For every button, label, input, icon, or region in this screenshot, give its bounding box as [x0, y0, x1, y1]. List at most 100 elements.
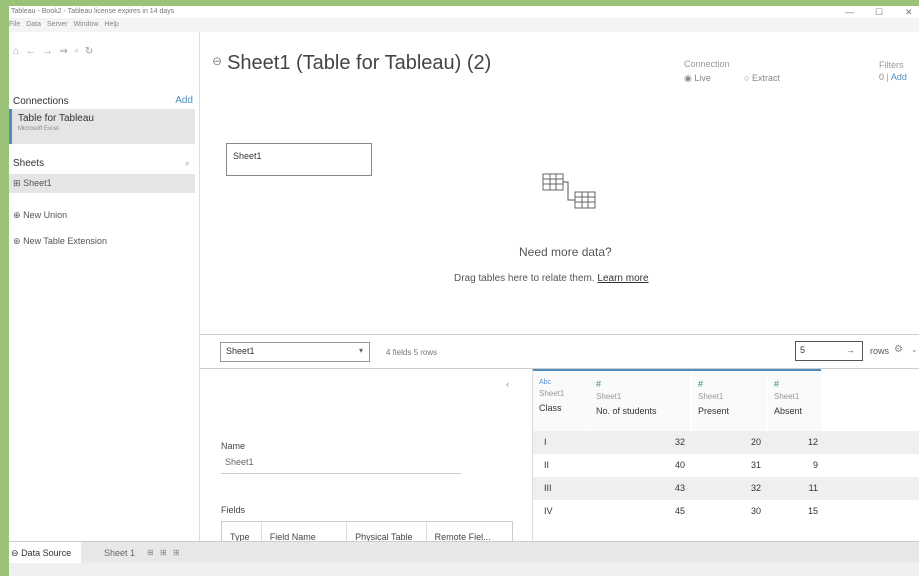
fields-label: Fields [221, 505, 246, 515]
sheet-select-value: Sheet1 [226, 346, 255, 356]
chevron-down-icon: ▾ [358, 346, 363, 355]
canvas-divider [200, 334, 919, 335]
grid-header-students[interactable]: # Sheet1 No. of students [590, 369, 690, 431]
menu-file[interactable]: File [9, 21, 20, 28]
column-source: Sheet1 [774, 392, 800, 401]
learn-more-link[interactable]: Learn more [597, 273, 648, 284]
fields-rows-info: 4 fields 5 rows [386, 348, 438, 357]
cell-class: II [544, 460, 550, 470]
drag-tables-label: Drag tables here to relate them. [454, 273, 595, 284]
cell-present: 20 [750, 437, 761, 447]
chevron-down-icon[interactable]: ⌄ [911, 345, 918, 354]
new-story-icon[interactable]: ⊞ [173, 548, 180, 557]
new-table-extension-item[interactable]: ⊛ New Table Extension [13, 236, 107, 247]
column-source: Sheet1 [539, 389, 565, 398]
canvas-table-name: Sheet1 [233, 151, 262, 161]
new-union-label: New Union [23, 210, 68, 220]
cell-students: 32 [674, 437, 685, 447]
extract-label: Extract [751, 73, 780, 83]
new-dashboard-icon[interactable]: ⊞ [160, 548, 167, 557]
refresh-icon[interactable]: ↻ [85, 46, 95, 57]
cell-absent: 9 [812, 460, 818, 470]
column-name: Class [539, 403, 562, 413]
table-row: III 43 32 11 [533, 477, 919, 500]
column-source: Sheet1 [698, 392, 724, 401]
tableau-window: Tableau - Book2 - Tableau license expire… [9, 6, 919, 576]
data-grid: Abc Sheet1 Class # Sheet1 No. of student… [533, 369, 919, 550]
minimize-button[interactable]: — [845, 6, 854, 18]
main-panel: ⊖ Sheet1 (Table for Tableau) (2) Connecti… [200, 32, 919, 551]
relate-tables-icon [542, 173, 596, 209]
home-icon[interactable]: ⌂ [13, 46, 21, 57]
add-filter-link[interactable]: Add [891, 72, 907, 82]
radio-selected-icon: ◉ [684, 73, 692, 83]
name-label: Name [221, 441, 246, 451]
close-button[interactable]: ✕ [905, 6, 913, 18]
live-radio[interactable]: ◉ Live [684, 73, 711, 84]
drag-tables-text: Drag tables here to relate them. Learn m… [454, 273, 649, 284]
tab-sheet1[interactable]: Sheet 1 [104, 548, 135, 558]
column-source: Sheet1 [596, 392, 622, 401]
table-row: IV 45 30 15 [533, 500, 919, 523]
connection-item[interactable]: Table for Tableau Microsoft Excel [9, 109, 195, 144]
cell-absent: 11 [808, 483, 818, 493]
menu-server[interactable]: Server [47, 21, 68, 28]
collapse-icon[interactable]: ‹ [506, 379, 509, 389]
sheet-list-item[interactable]: ⊞ Sheet1 [9, 174, 195, 193]
maximize-button[interactable]: ☐ [875, 6, 883, 18]
filters-area: Filters 0 | Add [879, 60, 907, 82]
cell-students: 40 [674, 460, 685, 470]
new-union-item[interactable]: ⊕ New Union [13, 210, 67, 221]
menu-help[interactable]: Help [104, 21, 118, 28]
name-field[interactable]: Sheet1 [225, 457, 254, 467]
menu-window[interactable]: Window [74, 21, 99, 28]
cell-students: 43 [674, 483, 685, 493]
forward-icon[interactable]: → [43, 46, 55, 57]
apply-rows-icon[interactable]: → [846, 345, 855, 355]
save-icon[interactable]: ▫ [75, 46, 81, 57]
tab-data-source[interactable]: ⊖ Data Source [9, 542, 82, 564]
grid-header-present[interactable]: # Sheet1 Present [692, 369, 767, 431]
grid-header-accent [533, 369, 821, 371]
rows-label: rows [870, 346, 890, 356]
sheet-select[interactable]: Sheet1 ▾ [220, 342, 370, 362]
datasource-icon: ⊖ [212, 54, 223, 68]
datasource-title[interactable]: ⊖ Sheet1 (Table for Tableau) (2) [212, 52, 491, 75]
grid-header-absent[interactable]: # Sheet1 Absent [768, 369, 821, 431]
back-icon[interactable]: ← [26, 46, 38, 57]
left-panel: ⌂ ← → ⇒ ▫ ↻ Connections Add Table for Ta… [9, 32, 200, 550]
name-underline [221, 473, 461, 474]
gear-icon[interactable]: ⚙ [894, 344, 903, 355]
status-bar [9, 563, 919, 576]
separator-icon: ⇒ [59, 46, 70, 57]
cell-present: 31 [750, 460, 761, 470]
union-icon: ⊕ [13, 210, 21, 220]
column-name: Present [698, 406, 730, 416]
need-more-data-text: Need more data? [519, 245, 612, 259]
cell-absent: 15 [807, 506, 818, 516]
column-name: Absent [774, 406, 803, 416]
table-row: I 32 20 12 [533, 431, 919, 454]
menu-data[interactable]: Data [26, 21, 41, 28]
search-sheets-icon[interactable]: ⌕ [185, 159, 189, 169]
add-connection-link[interactable]: Add [175, 95, 193, 106]
radio-empty-icon: ○ [744, 73, 750, 83]
table-icon: ⊞ [13, 178, 21, 188]
live-label: Live [694, 73, 711, 83]
title-bar: Tableau - Book2 - Tableau license expire… [9, 6, 919, 18]
cell-class: III [544, 483, 552, 493]
extract-radio[interactable]: ○ Extract [744, 73, 780, 83]
new-worksheet-icon[interactable]: ⊞ [147, 548, 154, 557]
number-type-icon: # [698, 379, 704, 389]
cell-class: I [544, 437, 547, 447]
canvas-table-card[interactable]: Sheet1 [226, 143, 372, 176]
connection-type: Microsoft Excel [18, 126, 59, 132]
sheet-tab-bar: ⊖ Data Source Sheet 1 ⊞ ⊞ ⊞ [9, 541, 919, 564]
number-type-icon: # [774, 379, 780, 389]
table-row: II 40 31 9 [533, 454, 919, 477]
tab-data-source-label: Data Source [21, 548, 72, 558]
cell-students: 45 [674, 506, 685, 516]
grid-header-class[interactable]: Abc Sheet1 Class [533, 369, 589, 431]
cell-present: 32 [750, 483, 761, 493]
filters-count: 0 [879, 72, 885, 82]
